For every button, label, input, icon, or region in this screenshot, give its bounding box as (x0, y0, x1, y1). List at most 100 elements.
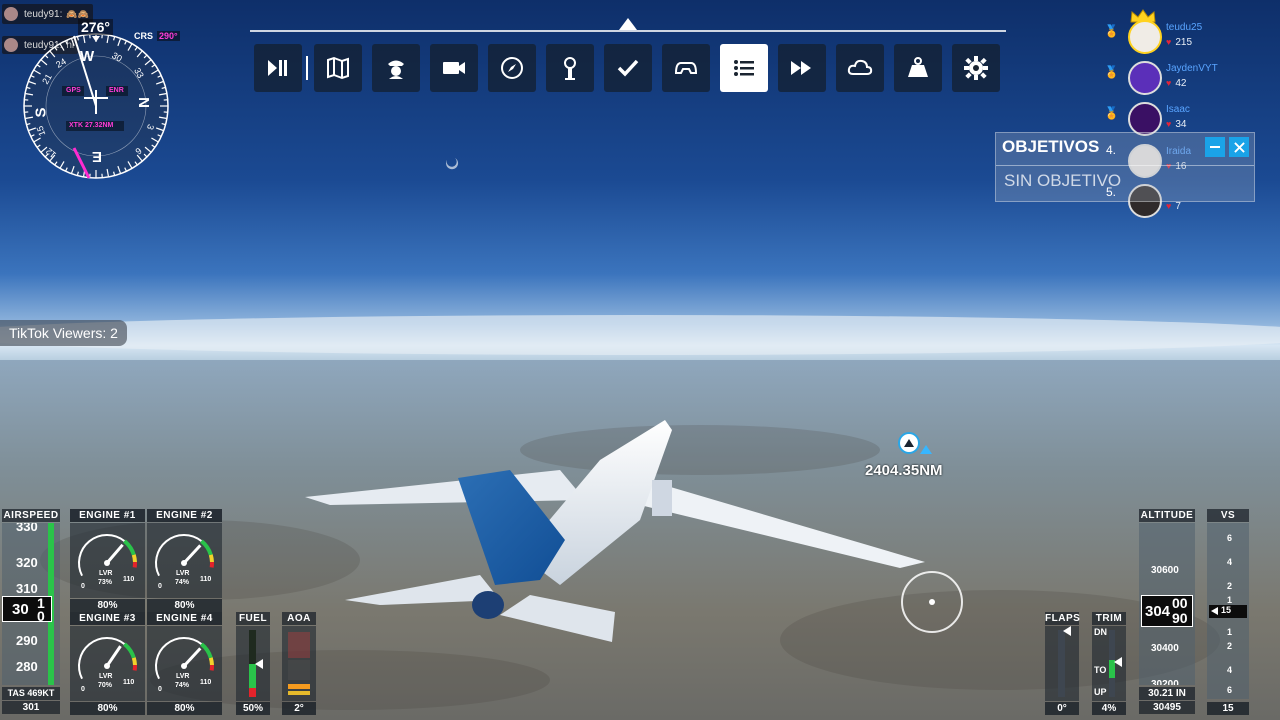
dial-needle (182, 647, 202, 668)
airspeed-current-box: 30 1 0 (2, 595, 52, 624)
vfr-map-button[interactable] (314, 44, 362, 92)
leaderboard-name: JaydenVYT (1166, 63, 1218, 74)
airspeed-value: 301 (2, 701, 60, 714)
vs-tick: 1 (1227, 627, 1233, 637)
dial-hub (104, 560, 110, 566)
checklist-button[interactable] (604, 44, 652, 92)
vs-value: 15 (1207, 702, 1249, 715)
medal-icon: 🏅 (1104, 106, 1119, 120)
vs-tick: 4 (1227, 665, 1233, 675)
engine-dial: LVR 70% 0 110 (70, 626, 145, 701)
minimize-button[interactable] (1205, 137, 1225, 157)
flaps-value: 0° (1045, 702, 1079, 715)
heading-readout: 276° (78, 19, 113, 35)
engine-n1-value: 80% (147, 702, 222, 715)
trim-up-label: UP (1094, 687, 1107, 697)
camera-button[interactable] (430, 44, 478, 92)
dial-max: 110 (123, 576, 135, 583)
toolbar-separator (306, 56, 308, 80)
close-button[interactable] (1229, 137, 1249, 157)
speed-tick: 330 (16, 523, 38, 534)
vs-tick: 6 (1227, 685, 1233, 695)
objectives-button[interactable] (720, 44, 768, 92)
objectives-panel: OBJETIVOS 4. 5. SIN OBJETIVO (995, 132, 1255, 202)
atc-button[interactable] (372, 44, 420, 92)
settings-button[interactable] (952, 44, 1000, 92)
dial-max: 110 (200, 576, 212, 583)
leaderboard-score: ♥ 215 (1166, 37, 1193, 48)
crs-value: 290° (157, 31, 180, 41)
avatar (1128, 102, 1162, 136)
medal-icon: 🏅 (1104, 65, 1119, 79)
fuel-marker-icon (255, 658, 263, 669)
compass-letter-n: N (134, 97, 152, 108)
sim-rate-button[interactable] (778, 44, 826, 92)
toolbar-collapse-caret-icon[interactable] (619, 18, 637, 30)
toolbar-rail (250, 30, 1006, 32)
airspeed-roll: 0 (37, 608, 45, 624)
leaderboard-name: Isaac (1166, 104, 1190, 115)
weight-button[interactable] (894, 44, 942, 92)
vs-tick: 4 (1227, 557, 1233, 567)
navlog-button[interactable] (488, 44, 536, 92)
dial-needle (182, 544, 202, 565)
leaderboard-name: teudu25 (1166, 22, 1203, 33)
gear-icon (964, 56, 988, 80)
weight-icon (908, 57, 928, 77)
leaderboard-score: ♥ 34 (1166, 119, 1187, 130)
lvr-value: 74% (175, 682, 190, 689)
speed-tick: 320 (16, 555, 38, 570)
divider (996, 165, 1254, 166)
top-toolbar (250, 18, 1006, 98)
pause-active-pause-button[interactable] (254, 44, 302, 92)
aoa-bar (282, 626, 316, 701)
cockpit-icon (674, 62, 698, 74)
map-icon (327, 56, 349, 80)
fuel-gauge: FUEL 50% (236, 612, 270, 715)
check-icon (617, 59, 639, 77)
compass-letter-w: W (80, 48, 95, 65)
trim-marker-icon (1114, 657, 1122, 667)
altitude-roll: 00 (1172, 595, 1188, 611)
dial-min: 0 (81, 686, 85, 693)
reticle-dot-icon (929, 599, 935, 605)
speed-tick: 310 (16, 581, 38, 596)
altitude-indicator: ALTITUDE 30600 30400 30200 304 00 90 30.… (1139, 509, 1195, 715)
engine-label: ENGINE #1 (70, 509, 145, 522)
dial-arc (123, 539, 136, 556)
waypoint-arrow-icon (920, 445, 932, 454)
vs-tick: 2 (1227, 581, 1233, 591)
vs-label: VS (1207, 509, 1249, 522)
altitude-label: ALTITUDE (1139, 509, 1195, 522)
altitude-value: 30495 (1139, 701, 1195, 714)
compass-widget: W S N E 30 33 24 21 3 6 12 15 GPS ENR XT… (14, 18, 184, 180)
dial-needle (105, 543, 124, 564)
lvr-value: 70% (98, 682, 113, 689)
assistance-button[interactable] (662, 44, 710, 92)
avatar (1128, 20, 1162, 54)
xtk-readout: XTK 27.32NM (69, 122, 114, 129)
tiktok-viewers-badge: TikTok Viewers: 2 (0, 320, 127, 346)
lvr-label: LVR (176, 673, 190, 680)
trim-gauge: TRIM DN TO UP 4% (1092, 612, 1126, 715)
minus-icon (1210, 146, 1220, 148)
leaderboard-row: 🏅 JaydenVYT ♥ 42 (1096, 61, 1256, 97)
engine-dial: LVR 74% 0 110 (147, 626, 222, 701)
dial-hub (181, 663, 187, 669)
tas-readout: TAS 469KT (2, 687, 60, 700)
altitude-tick: 30600 (1151, 565, 1179, 576)
weather-station-button[interactable] (546, 44, 594, 92)
dial-hub (104, 663, 110, 669)
dial-arc (131, 657, 137, 666)
dial-min: 0 (158, 686, 162, 693)
leaderboard-score: ♥ 42 (1166, 78, 1187, 89)
dial-needle (105, 645, 122, 667)
play-pause-icon (268, 60, 287, 76)
weather-button[interactable] (836, 44, 884, 92)
yoke-reticle[interactable] (901, 571, 963, 633)
vertical-speed-indicator: VS 6 4 2 1 1 2 4 6 15 15 (1207, 509, 1249, 715)
speed-tick: 290 (16, 633, 38, 648)
pilot-icon (388, 60, 404, 79)
dial-arc (131, 554, 137, 563)
vs-bug-value: 15 (1221, 605, 1232, 615)
